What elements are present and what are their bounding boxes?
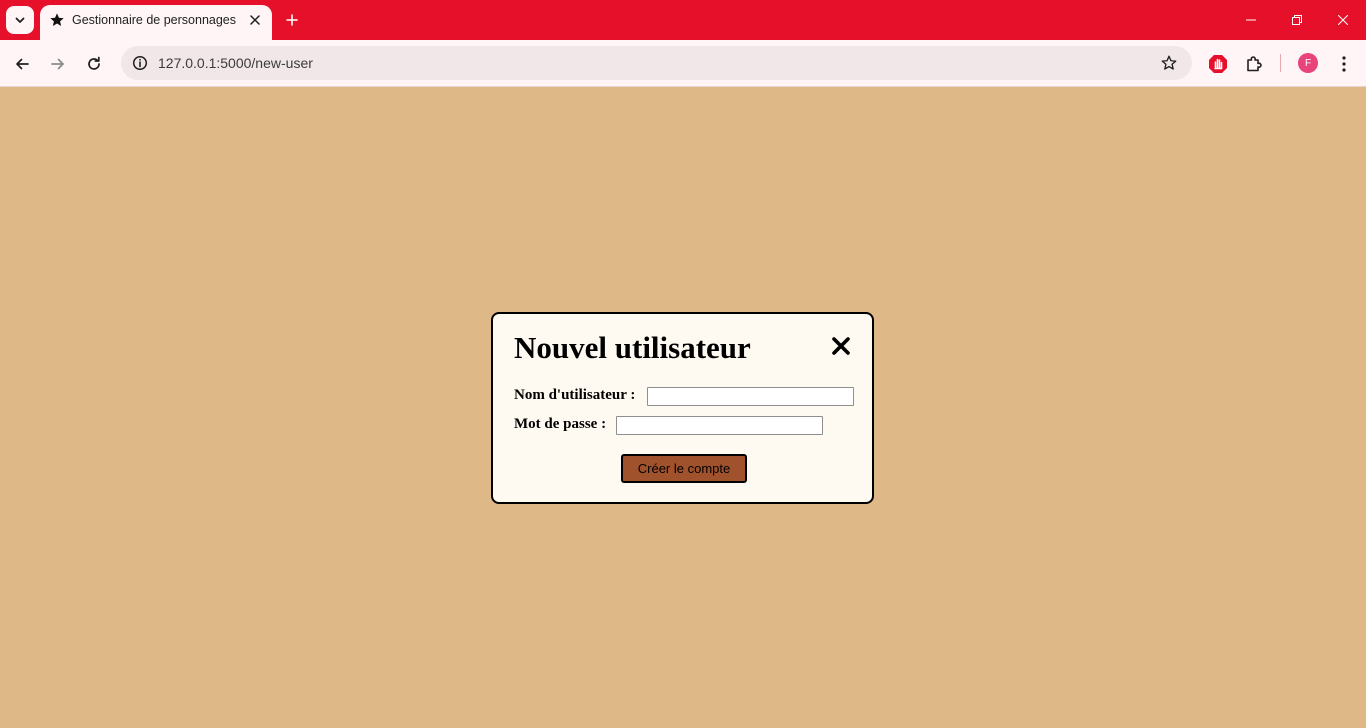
- create-account-button[interactable]: Créer le compte: [621, 454, 747, 483]
- new-tab-button[interactable]: [281, 9, 303, 31]
- password-label: Mot de passe :: [514, 416, 607, 432]
- reload-button[interactable]: [81, 51, 107, 77]
- bookmark-star-icon[interactable]: [1157, 51, 1181, 75]
- profile-avatar[interactable]: F: [1298, 53, 1318, 73]
- menu-dots-icon[interactable]: [1331, 51, 1357, 77]
- close-icon[interactable]: [829, 334, 853, 358]
- extensions-puzzle-icon[interactable]: [1241, 51, 1267, 77]
- username-input[interactable]: [647, 387, 854, 406]
- url-text[interactable]: 127.0.0.1:5000/new-user: [158, 55, 313, 71]
- minimize-icon: [1246, 19, 1256, 21]
- restore-button[interactable]: [1274, 0, 1320, 40]
- toolbar-separator: [1280, 54, 1281, 72]
- username-label: Nom d'utilisateur :: [514, 387, 636, 403]
- tab-search-button[interactable]: [6, 6, 34, 34]
- close-window-icon: [1338, 15, 1348, 25]
- reload-icon: [88, 56, 100, 70]
- browser-toolbar: 127.0.0.1:5000/new-user F: [0, 40, 1366, 87]
- active-tab[interactable]: Gestionnaire de personnages: [40, 5, 272, 40]
- star-icon: [48, 11, 66, 29]
- tab-title: Gestionnaire de personnages: [72, 13, 237, 27]
- chevron-down-icon: [15, 17, 25, 23]
- forward-button[interactable]: [45, 51, 71, 77]
- new-user-dialog: Nouvel utilisateur Nom d'utilisateur : M…: [491, 312, 874, 504]
- tab-close-icon[interactable]: [246, 11, 264, 29]
- password-input[interactable]: [616, 416, 823, 435]
- minimize-button[interactable]: [1228, 0, 1274, 40]
- arrow-right-icon: [51, 58, 64, 70]
- extension-adblock-icon[interactable]: [1205, 51, 1231, 77]
- dialog-title: Nouvel utilisateur: [514, 330, 751, 365]
- restore-icon: [1292, 15, 1302, 25]
- browser-title-bar: Gestionnaire de personnages: [0, 0, 1366, 40]
- plus-icon: [286, 14, 298, 26]
- info-icon[interactable]: [128, 51, 152, 75]
- back-button[interactable]: [9, 51, 35, 77]
- arrow-left-icon: [16, 58, 29, 70]
- address-bar[interactable]: 127.0.0.1:5000/new-user: [121, 46, 1192, 80]
- close-window-button[interactable]: [1320, 0, 1366, 40]
